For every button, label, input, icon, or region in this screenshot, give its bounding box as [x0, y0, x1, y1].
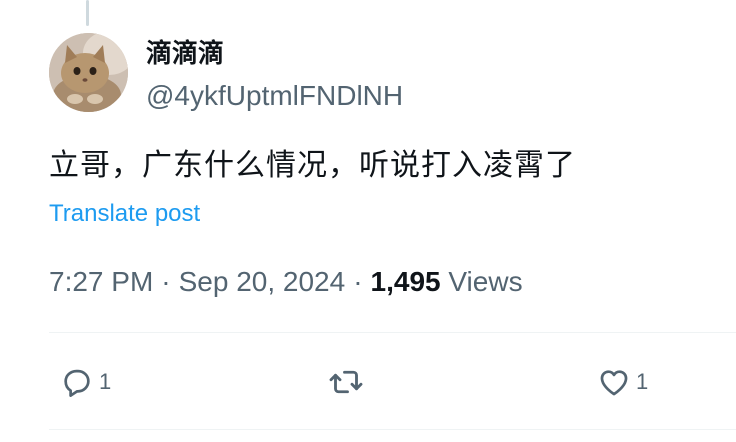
reply-count: 1 — [99, 369, 112, 394]
divider — [49, 429, 736, 430]
like-count: 1 — [636, 369, 649, 394]
repost-button[interactable] — [326, 362, 366, 402]
meta-separator: · — [161, 266, 171, 297]
translate-post-link[interactable]: Translate post — [49, 199, 200, 229]
tweet-date[interactable]: Sep 20, 2024 — [179, 266, 346, 297]
like-button[interactable]: 1 — [594, 362, 648, 402]
reply-icon — [57, 362, 97, 402]
author-display-name[interactable]: 滴滴滴 — [146, 38, 224, 70]
avatar[interactable] — [49, 33, 128, 112]
tweet-text: 立哥，广东什么情况，听说打入凌霄了 — [49, 148, 576, 183]
meta-separator: · — [353, 266, 363, 297]
author-handle[interactable]: @4ykfUptmlFNDlNH — [146, 80, 403, 112]
cat-avatar-icon — [49, 33, 128, 112]
tweet-time[interactable]: 7:27 PM — [49, 266, 153, 297]
views-label: Views — [448, 266, 523, 297]
tweet-meta: 7:27 PM · Sep 20, 2024 · 1,495 Views — [49, 264, 523, 300]
views-count: 1,495 — [370, 266, 441, 297]
reply-button[interactable]: 1 — [57, 362, 111, 402]
divider — [49, 332, 736, 333]
heart-icon — [594, 362, 634, 402]
repost-icon — [326, 362, 366, 402]
thread-connector-line — [86, 0, 89, 26]
